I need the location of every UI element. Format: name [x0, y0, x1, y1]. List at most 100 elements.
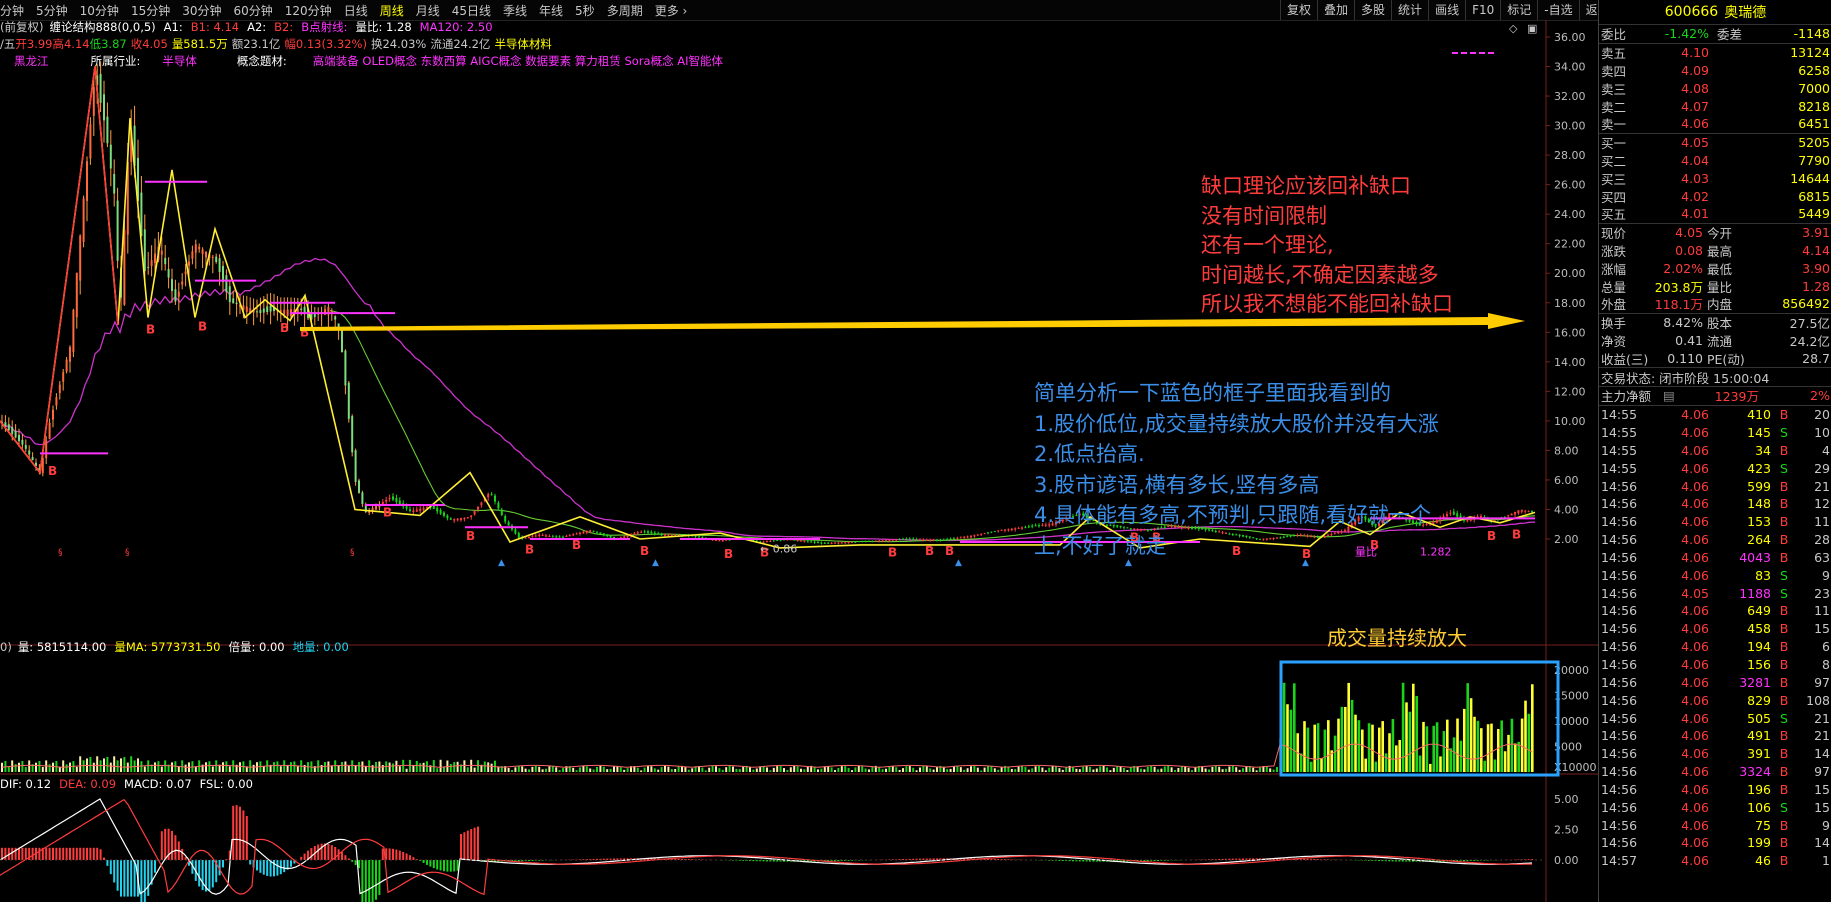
volume-bar: [160, 766, 163, 772]
candle-body: [245, 306, 248, 312]
tick-time: 14:56: [1601, 549, 1638, 565]
tick-time: 14:56: [1601, 478, 1638, 494]
stat-label: 涨跌: [1601, 243, 1627, 259]
tick-count: 8: [1822, 656, 1830, 672]
book-row[interactable]: 卖四 4.09 6258: [1599, 62, 1831, 80]
stock-code[interactable]: 600666: [1665, 4, 1718, 20]
book-row[interactable]: 买四 4.02 6815: [1599, 187, 1831, 205]
tick-side: B: [1779, 407, 1789, 423]
diamond-icon[interactable]: ◇: [1509, 22, 1517, 35]
fsl-info: FSL: 0.00: [199, 777, 253, 791]
period-tab[interactable]: 日线: [338, 2, 374, 19]
buy-marker: B: [724, 547, 733, 561]
tick-volume: 491: [1747, 728, 1771, 744]
gap-note-line: 时间越长,不确定因素越多: [1201, 262, 1439, 287]
tick-count: 21: [1814, 728, 1830, 744]
period-tab[interactable]: 多周期: [601, 2, 649, 19]
tick-volume: 649: [1747, 603, 1771, 619]
period-tab[interactable]: 周线: [374, 2, 410, 19]
toolbar-button[interactable]: 统计: [1391, 0, 1428, 20]
period-tab[interactable]: 月线: [410, 2, 446, 19]
tick-count: 12: [1814, 496, 1830, 512]
candle-body: [1520, 509, 1523, 512]
volume-bar: [1058, 768, 1061, 772]
window-icon[interactable]: ▣: [1527, 22, 1537, 35]
volume-bar: [463, 760, 466, 772]
volume-bar: [140, 761, 143, 772]
toolbar-button[interactable]: 画线: [1428, 0, 1465, 20]
book-row[interactable]: 买二 4.04 7790: [1599, 152, 1831, 170]
period-tab[interactable]: 更多 ›: [649, 2, 694, 19]
toolbar-button[interactable]: 标记: [1500, 0, 1537, 20]
candle-body: [194, 244, 197, 253]
period-tab[interactable]: 5分钟: [30, 2, 74, 19]
book-row[interactable]: 卖五 4.10 13124: [1599, 44, 1831, 62]
period-tab[interactable]: 45日线: [446, 2, 497, 19]
book-price: 4.09: [1681, 62, 1709, 78]
toolbar-button[interactable]: 叠加: [1317, 0, 1354, 20]
volume-bar: [1527, 713, 1531, 772]
volume-bar: [905, 766, 908, 772]
tick-side: B: [1779, 478, 1789, 494]
tick-side: B: [1779, 621, 1789, 637]
candle-body: [494, 495, 496, 502]
tick-volume: 410: [1747, 407, 1771, 423]
period-tab[interactable]: 季线: [497, 2, 533, 19]
volume-bar: [1306, 727, 1310, 772]
volume-bar: [647, 766, 649, 772]
book-row[interactable]: 卖一 4.06 6451: [1599, 115, 1831, 133]
period-tab[interactable]: 5秒: [569, 2, 601, 19]
flow-toggle-icon[interactable]: ▤: [1663, 388, 1675, 403]
tick-volume: 199: [1747, 835, 1771, 851]
period-tab[interactable]: 30分钟: [176, 2, 227, 19]
candle-body: [817, 542, 819, 544]
stock-name[interactable]: 奥瑞德: [1724, 2, 1766, 22]
buy-marker: B: [525, 542, 534, 556]
candle-body: [453, 519, 456, 521]
book-row[interactable]: 买三 4.03 14644: [1599, 169, 1831, 187]
toolbar-button[interactable]: 多股: [1354, 0, 1391, 20]
candle-body: [976, 534, 979, 536]
period-tab[interactable]: 10分钟: [74, 2, 125, 19]
period-tab[interactable]: 120分钟: [279, 2, 338, 19]
volume-bar: [252, 764, 255, 772]
volume-bar: [1510, 718, 1514, 772]
candle-body: [902, 538, 904, 540]
book-row[interactable]: 买一 4.05 5205: [1599, 134, 1831, 152]
volume-bar: [1483, 760, 1486, 772]
candle-body: [341, 329, 343, 352]
toolbar-button[interactable]: -自选: [1537, 0, 1578, 20]
tick-price: 4.06: [1681, 514, 1709, 530]
volume-bar: [653, 768, 656, 772]
candle-body: [184, 271, 187, 275]
candle-body: [650, 531, 653, 534]
tick-volume: 156: [1747, 656, 1771, 672]
tick-time: 14:56: [1601, 567, 1638, 583]
candle-body: [109, 144, 112, 169]
volume-bar: [524, 768, 527, 772]
volume-bar: [919, 767, 921, 772]
candle-body: [385, 499, 388, 502]
book-row[interactable]: 买五 4.01 5449: [1599, 205, 1831, 223]
tick-list[interactable]: 14:55 4.06 410 B 20 14:55 4.06 145 S 10 14:55 4.06 3…: [1599, 406, 1831, 870]
candle-body: [844, 542, 847, 544]
book-row[interactable]: 卖二 4.07 8218: [1599, 97, 1831, 115]
volume-bar: [589, 768, 592, 772]
period-tab[interactable]: 年线: [533, 2, 569, 19]
volume-bar: [28, 760, 31, 772]
book-row[interactable]: 卖三 4.08 7000: [1599, 79, 1831, 97]
toolbar-button[interactable]: F10: [1465, 0, 1500, 20]
candle-body: [262, 308, 265, 313]
volume-bar: [1520, 718, 1524, 772]
volume-bar: [538, 766, 541, 772]
candle-body: [507, 522, 510, 526]
volume-bar: [1065, 767, 1068, 772]
candle-body: [1446, 514, 1448, 517]
tick-row: 14:56 4.06 264 B 28: [1599, 531, 1831, 549]
period-tab[interactable]: 分钟: [0, 2, 30, 19]
analysis-note: 简单分析一下蓝色的框子里面我看到的 1.股价低位,成交量持续放大股价并没有大涨 …: [1034, 378, 1439, 561]
period-tab[interactable]: 15分钟: [125, 2, 176, 19]
tick-volume: 83: [1755, 567, 1771, 583]
toolbar-button[interactable]: 复权: [1280, 0, 1317, 20]
period-tab[interactable]: 60分钟: [228, 2, 279, 19]
